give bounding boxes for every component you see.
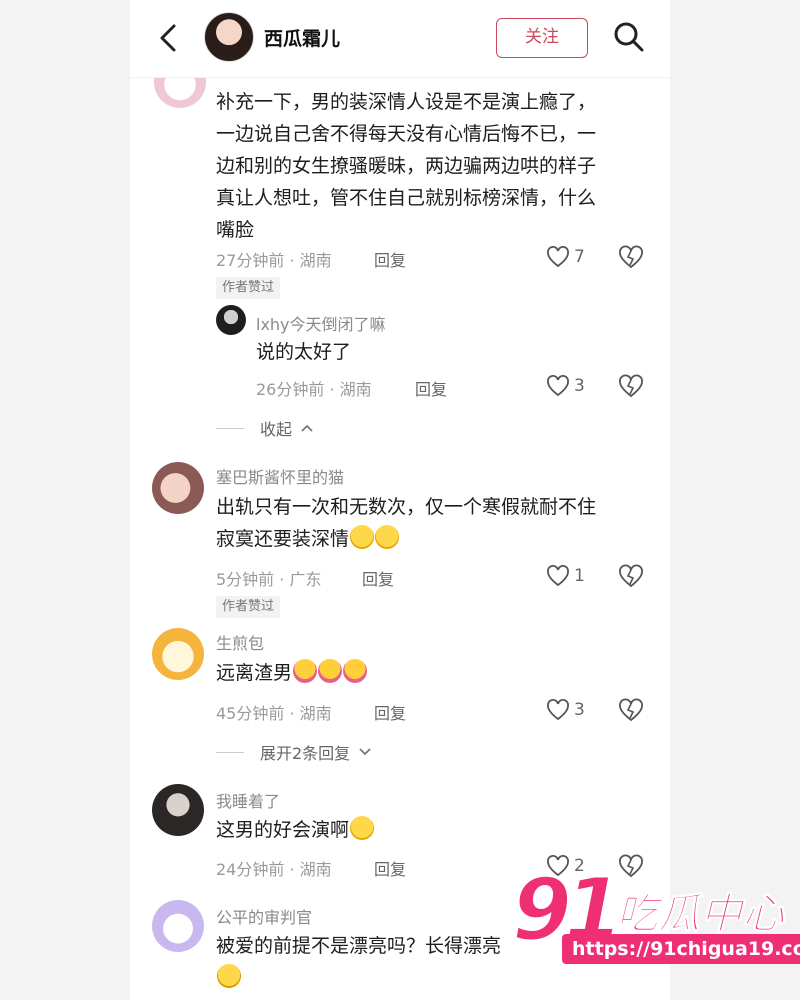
- author-liked-badge: 作者赞过: [216, 596, 281, 618]
- watermark-logo: 91 吃瓜中心 https://91chigua19.com: [511, 861, 800, 972]
- watermark-url: https://91chigua19.com: [562, 934, 800, 964]
- comment-text-line: 补充一下，男的装深情人设是不是演上瘾了，: [216, 91, 597, 113]
- comment-avatar[interactable]: [152, 462, 204, 514]
- comment-text-line: 这男的好会演啊: [216, 814, 375, 846]
- chevron-up-icon: [301, 424, 313, 432]
- laugh-cry-emoji-icon: [375, 525, 400, 549]
- hug-emoji-icon: [318, 659, 343, 683]
- laugh-cry-emoji-icon: [350, 525, 375, 549]
- comment-text-line: 嘴脸: [216, 219, 255, 241]
- reply-button[interactable]: 回复: [374, 856, 406, 880]
- comment-username[interactable]: 我睡着了: [216, 788, 280, 812]
- heart-icon: [547, 375, 569, 397]
- comment-text: 寂寞还要装深情: [216, 528, 350, 550]
- author-liked-badge: 作者赞过: [216, 277, 281, 299]
- like-count: 7: [574, 247, 585, 267]
- expand-label: 展开2条回复: [260, 744, 351, 763]
- comment-text: 这男的好会演啊: [216, 819, 350, 841]
- comment-text: 远离渣男: [216, 662, 293, 684]
- like-count: 1: [574, 566, 585, 586]
- back-arrow-icon[interactable]: [154, 20, 184, 56]
- like-button[interactable]: 7: [546, 245, 585, 269]
- expand-replies-button[interactable]: 展开2条回复: [216, 740, 372, 764]
- top-bar: 西瓜霜儿 关注: [130, 0, 670, 78]
- heart-icon: [547, 565, 569, 587]
- comment-text-line: 寂寞还要装深情: [216, 523, 400, 555]
- comment-meta: 24分钟前 · 湖南: [216, 860, 332, 879]
- comment-username[interactable]: 生煎包: [216, 630, 264, 654]
- divider: [216, 427, 244, 429]
- comment-text-line: 被爱的前提不是漂亮吗？长得漂亮: [216, 935, 502, 957]
- broken-heart-icon[interactable]: [618, 245, 644, 269]
- comment-meta: 27分钟前 · 湖南: [216, 251, 332, 270]
- comment-text-line: [216, 962, 241, 994]
- comment-avatar[interactable]: [152, 900, 204, 952]
- follow-button[interactable]: 关注: [496, 18, 588, 58]
- comment-text-line: 一边说自己舍不得每天没有心情后悔不已，一: [216, 123, 597, 145]
- reply-button[interactable]: 回复: [374, 247, 406, 271]
- comment-avatar[interactable]: [152, 628, 204, 680]
- collapse-label: 收起: [260, 420, 293, 439]
- reply-button[interactable]: 回复: [362, 566, 394, 590]
- comment-meta: 45分钟前 · 湖南: [216, 704, 332, 723]
- comment-text-line: 远离渣男: [216, 657, 368, 689]
- reply-username[interactable]: lxhy今天倒闭了嘛: [256, 311, 386, 335]
- laugh-cry-emoji-icon: [350, 816, 375, 840]
- like-count: 3: [574, 376, 585, 396]
- comment-username[interactable]: 公平的审判官: [216, 904, 312, 928]
- comment-screen: 西瓜霜儿 关注 补充一下，男的装深情人设是不是演上瘾了， 一边说自己舍不得每天没…: [130, 0, 670, 1000]
- like-button[interactable]: 3: [546, 374, 585, 398]
- comment-username[interactable]: 塞巴斯酱怀里的猫: [216, 464, 344, 488]
- dizzy-face-emoji-icon: [217, 964, 241, 988]
- like-button[interactable]: 3: [546, 698, 585, 722]
- watermark-brand: 吃瓜中心: [615, 889, 785, 939]
- reply-text: 说的太好了: [256, 341, 352, 363]
- reply-button[interactable]: 回复: [415, 376, 447, 400]
- collapse-replies-button[interactable]: 收起: [216, 416, 314, 440]
- like-count: 3: [574, 700, 585, 720]
- comment-avatar[interactable]: [152, 784, 204, 836]
- author-avatar[interactable]: [204, 12, 254, 62]
- chevron-down-icon: [359, 748, 371, 756]
- broken-heart-icon[interactable]: [618, 374, 644, 398]
- reply-meta: 26分钟前 · 湖南: [256, 380, 372, 399]
- like-button[interactable]: 1: [546, 564, 585, 588]
- comment-meta: 5分钟前 · 广东: [216, 570, 322, 589]
- author-name[interactable]: 西瓜霜儿: [264, 24, 340, 51]
- hug-emoji-icon: [293, 659, 318, 683]
- reply-button[interactable]: 回复: [374, 700, 406, 724]
- comment-text-line: 边和别的女生撩骚暖昧，两边骗两边哄的样子: [216, 155, 597, 177]
- search-icon[interactable]: [612, 20, 646, 54]
- hug-emoji-icon: [343, 659, 368, 683]
- divider: [216, 751, 244, 753]
- heart-icon: [547, 246, 569, 268]
- broken-heart-icon[interactable]: [618, 698, 644, 722]
- broken-heart-icon[interactable]: [618, 564, 644, 588]
- comment-text-line: 真让人想吐，管不住自己就别标榜深情，什么: [216, 187, 597, 209]
- heart-icon: [547, 699, 569, 721]
- comment-text-line: 出轨只有一次和无数次，仅一个寒假就耐不住: [216, 496, 597, 518]
- reply-avatar[interactable]: [216, 305, 246, 335]
